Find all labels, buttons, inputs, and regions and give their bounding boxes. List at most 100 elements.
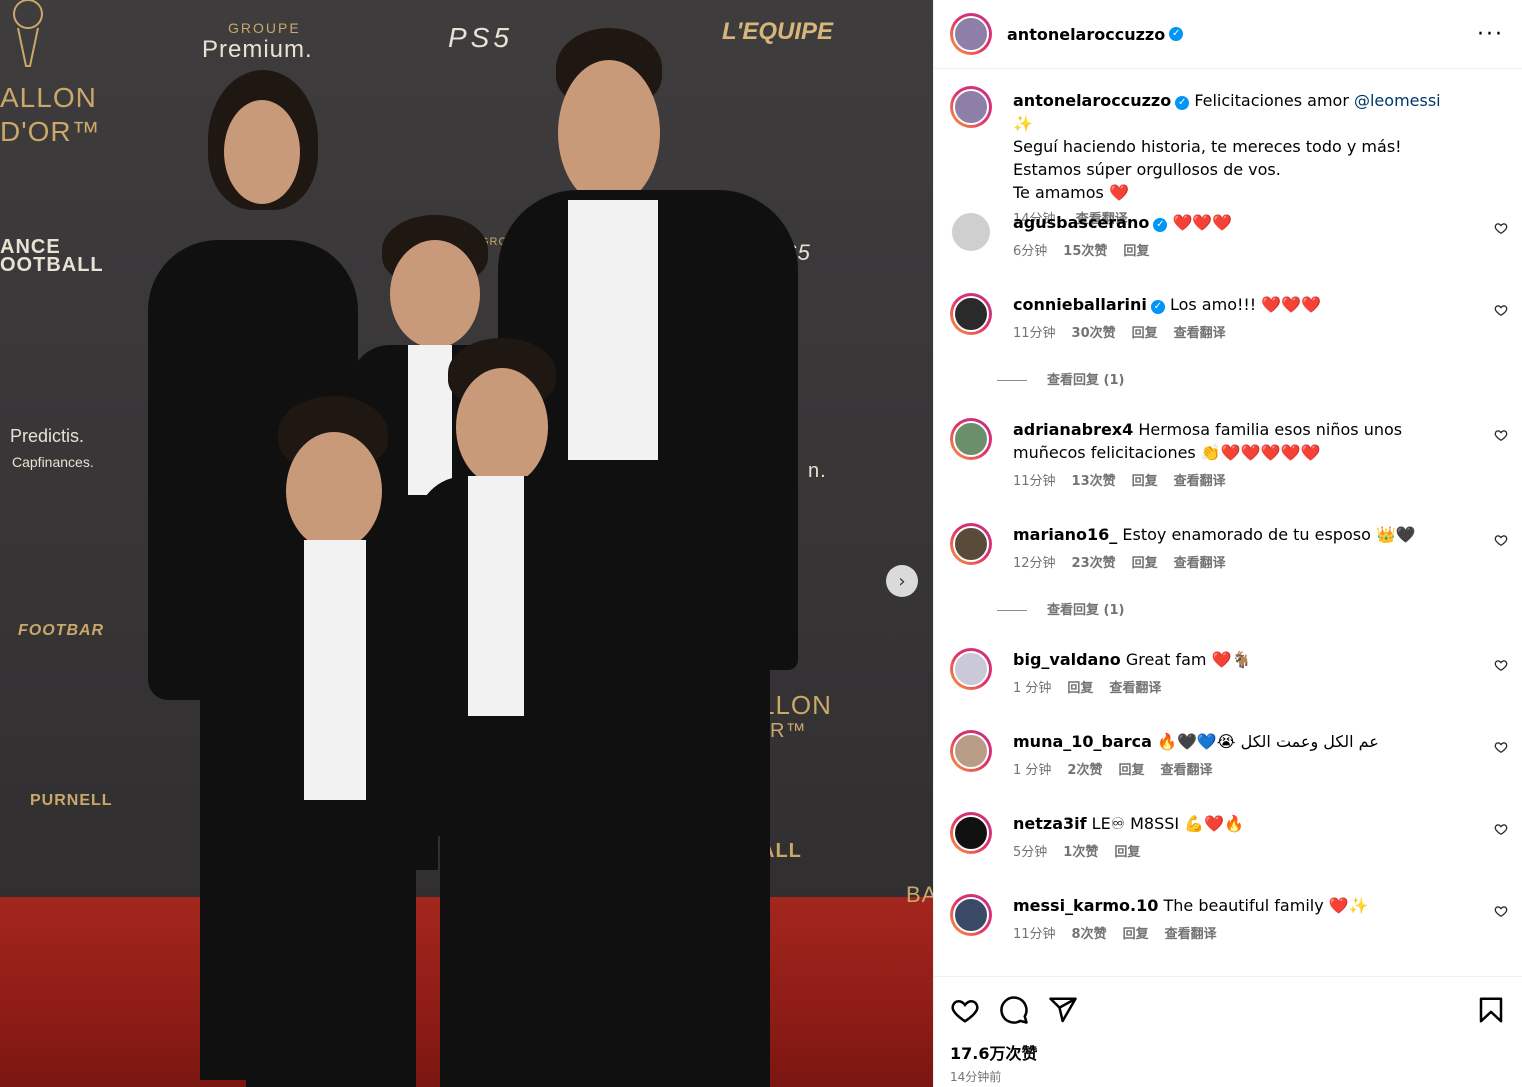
comment-likes[interactable]: 15次赞: [1063, 244, 1107, 259]
commenter-username[interactable]: mariano16_: [1013, 525, 1117, 544]
verified-badge-icon: ✓: [1175, 96, 1190, 110]
comment-likes[interactable]: 2次赞: [1067, 763, 1102, 778]
premium-logo: Premium.: [202, 36, 313, 63]
partner-n-logo: n.: [808, 460, 827, 482]
reply-button[interactable]: 回复: [1132, 474, 1158, 489]
comment-likes[interactable]: 13次赞: [1072, 474, 1116, 489]
see-translation-link[interactable]: 查看翻译: [1109, 681, 1161, 696]
comment-time: 11分钟: [1013, 326, 1056, 341]
comment-like-heart-icon[interactable]: [1494, 303, 1508, 317]
reply-button[interactable]: 回复: [1114, 845, 1140, 860]
comment-like-heart-icon[interactable]: [1494, 428, 1508, 442]
comment-likes[interactable]: 30次赞: [1072, 326, 1116, 341]
comment-time: 11分钟: [1013, 474, 1056, 489]
comment-item: mariano16_ Estoy enamorado de tu esposo …: [934, 523, 1522, 648]
commenter-avatar[interactable]: [950, 648, 992, 690]
groupe-logo: GROUPE: [228, 20, 301, 36]
see-translation-link[interactable]: 查看翻译: [1160, 763, 1212, 778]
author-avatar[interactable]: [950, 13, 992, 55]
comment-time: 1 分钟: [1013, 681, 1052, 696]
comment-likes[interactable]: 8次赞: [1072, 927, 1107, 942]
comment-like-heart-icon[interactable]: [1494, 904, 1508, 918]
comment-item: netza3if LE♾ M8SSI 💪❤️🔥 5分钟 1次赞 回复: [934, 812, 1522, 894]
comment-item: big_valdano Great fam ❤️🐐 1 分钟 回复 查看翻译: [934, 648, 1522, 730]
purnell-logo: PURNELL: [30, 792, 113, 809]
heart-outline-icon[interactable]: [950, 995, 980, 1025]
commenter-avatar[interactable]: [950, 523, 992, 565]
comment-item: messi_karmo.10 The beautiful family ❤️✨ 1…: [934, 894, 1522, 976]
comment-like-heart-icon[interactable]: [1494, 740, 1508, 754]
commenter-avatar[interactable]: [950, 211, 992, 253]
france-football-logo-2: OOTBALL: [0, 254, 104, 276]
author-username[interactable]: antonelaroccuzzo: [1007, 25, 1165, 44]
action-bar: [950, 977, 1506, 1043]
commenter-username[interactable]: muna_10_barca: [1013, 732, 1152, 751]
see-translation-link[interactable]: 查看翻译: [1174, 326, 1226, 341]
mention-link[interactable]: @leomessi: [1354, 91, 1441, 110]
reply-button[interactable]: 回复: [1123, 244, 1149, 259]
comment-likes[interactable]: 23次赞: [1072, 556, 1116, 571]
comment-time: 5分钟: [1013, 845, 1048, 860]
paper-plane-icon[interactable]: [1048, 995, 1078, 1025]
commenter-avatar[interactable]: [950, 418, 992, 460]
comment-text: 🔥🖤💙😭 عم الكل وعمت الكل: [1157, 732, 1379, 751]
view-replies-button[interactable]: 查看回复 (1): [997, 599, 1463, 622]
chevron-right-icon: ›: [898, 570, 906, 592]
comment-like-heart-icon[interactable]: [1494, 822, 1508, 836]
commenter-avatar[interactable]: [950, 812, 992, 854]
replies-divider: [997, 380, 1027, 381]
see-translation-link[interactable]: 查看翻译: [1174, 556, 1226, 571]
reply-button[interactable]: 回复: [1123, 927, 1149, 942]
comment-item: agusbascerano ✓ ❤️❤️❤️ 6分钟 15次赞 回复: [934, 211, 1522, 293]
see-translation-link[interactable]: 查看翻译: [1165, 927, 1217, 942]
caption-username[interactable]: antonelaroccuzzo: [1013, 91, 1171, 110]
see-translation-link[interactable]: 查看翻译: [1174, 474, 1226, 489]
reply-button[interactable]: 回复: [1118, 763, 1144, 778]
caption-avatar[interactable]: [950, 86, 992, 128]
commenter-username[interactable]: big_valdano: [1013, 650, 1121, 669]
comment-item: connieballarini ✓ Los amo!!! ❤️❤️❤️ 11分钟 30…: [934, 293, 1522, 418]
commenter-username[interactable]: netza3if: [1013, 814, 1087, 833]
commenter-username[interactable]: adrianabrex4: [1013, 420, 1133, 439]
commenter-avatar[interactable]: [950, 730, 992, 772]
bookmark-icon[interactable]: [1476, 995, 1506, 1025]
likes-count[interactable]: 17.6万次赞: [950, 1040, 1506, 1064]
commenter-username[interactable]: messi_karmo.10: [1013, 896, 1158, 915]
ballon-logo-right-1: LLON: [760, 690, 832, 720]
caption-line-3: Estamos súper orgullosos de vos.: [1013, 160, 1281, 179]
sparkles-emoji: ✨: [1013, 114, 1033, 133]
capfinances-logo: Capfinances.: [12, 454, 94, 470]
lequipe-logo: L'EQUIPE: [722, 18, 834, 45]
commenter-avatar[interactable]: [950, 293, 992, 335]
reply-button[interactable]: 回复: [1132, 556, 1158, 571]
ballon-logo-right-2: R™: [770, 720, 807, 742]
caption-line-2: Seguí haciendo historia, te mereces todo…: [1013, 137, 1402, 156]
ballon-logo-edge: BA: [906, 882, 933, 907]
view-replies-label: 查看回复 (1): [1047, 373, 1125, 388]
comment-text: ❤️❤️❤️: [1172, 213, 1233, 232]
comment-bubble-icon[interactable]: [999, 995, 1029, 1025]
next-photo-button[interactable]: ›: [886, 565, 918, 597]
view-replies-label: 查看回复 (1): [1047, 603, 1125, 618]
caption-line-4: Te amamos: [1013, 183, 1104, 202]
post-viewer: GROUPE Premium. PS5 L'EQUIPE ALLON D'OR™…: [0, 0, 1522, 1087]
more-horizontal-icon[interactable]: ···: [1477, 22, 1504, 47]
reply-button[interactable]: 回复: [1067, 681, 1093, 696]
comments-list[interactable]: antonelaroccuzzo ✓ Felicitaciones amor @l…: [934, 69, 1522, 976]
commenter-avatar[interactable]: [950, 894, 992, 936]
comment-likes[interactable]: 1次赞: [1063, 845, 1098, 860]
comment-text: Los amo!!! ❤️❤️❤️: [1169, 295, 1322, 314]
comment-text: LE♾ M8SSI 💪❤️🔥: [1091, 814, 1244, 833]
post-photo[interactable]: GROUPE Premium. PS5 L'EQUIPE ALLON D'OR™…: [0, 0, 933, 1087]
commenter-username[interactable]: connieballarini: [1013, 295, 1147, 314]
reply-button[interactable]: 回复: [1132, 326, 1158, 341]
view-replies-button[interactable]: 查看回复 (1): [997, 369, 1463, 392]
comment-like-heart-icon[interactable]: [1494, 221, 1508, 235]
ballon-logo-line2: D'OR™: [0, 116, 101, 147]
commenter-username[interactable]: agusbascerano: [1013, 213, 1149, 232]
verified-badge-icon: ✓: [1153, 218, 1168, 232]
comment-like-heart-icon[interactable]: [1494, 658, 1508, 672]
comment-like-heart-icon[interactable]: [1494, 533, 1508, 547]
ballon-logo-line1: ALLON: [0, 82, 97, 113]
post-footer: 17.6万次赞 14分钟前: [934, 976, 1522, 1087]
